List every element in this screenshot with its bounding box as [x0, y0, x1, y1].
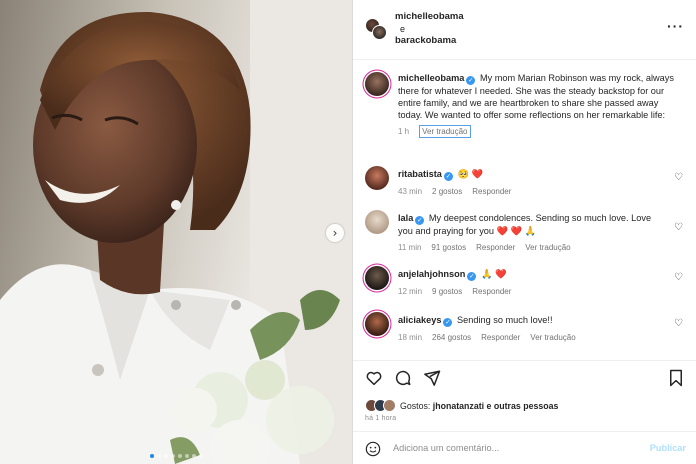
see-translation-link[interactable]: Ver tradução	[419, 125, 471, 138]
comment-time: 43 min	[398, 187, 423, 196]
comment-bubble-icon[interactable]	[394, 369, 412, 387]
post-timestamp[interactable]: há 1 hora	[365, 415, 396, 422]
reply-button[interactable]: Responder	[476, 243, 515, 252]
more-options-icon[interactable]: ···	[667, 19, 684, 33]
comment-body: anjelahjohnson ✓ 🙏 ❤️ 12 min 9 gostos Respo…	[398, 268, 658, 298]
author-username[interactable]: michelleobama	[395, 11, 464, 23]
comment-text: 🙏 ❤️	[480, 269, 507, 279]
post-photo: ›	[0, 0, 352, 464]
comment-time: 11 min	[398, 243, 422, 252]
comment-time: 12 min	[398, 287, 423, 296]
reply-button[interactable]: Responder	[472, 287, 511, 296]
verified-badge-icon: ✓	[443, 318, 453, 327]
comment-likes[interactable]: 91 gostos	[431, 243, 466, 252]
verified-badge-icon: ✓	[467, 272, 477, 281]
carousel-dot	[177, 454, 182, 458]
like-heart-icon[interactable]	[365, 369, 383, 387]
comment-username[interactable]: ritabatista	[398, 169, 442, 179]
comment-text: My deepest condolences. Sending so much …	[398, 213, 652, 236]
like-comment-heart-icon[interactable]: ♡	[674, 172, 683, 183]
comment-likes[interactable]: 2 gostos	[432, 187, 462, 196]
avatar[interactable]	[365, 166, 389, 190]
like-comment-heart-icon[interactable]: ♡	[674, 222, 683, 233]
comment-username[interactable]: anjelahjohnson	[398, 269, 465, 279]
avatar	[383, 399, 396, 412]
add-comment-bar: Publicar	[353, 431, 696, 464]
see-translation-link[interactable]: Ver tradução	[525, 243, 570, 252]
avatar[interactable]	[365, 312, 389, 336]
carousel-indicator	[0, 454, 352, 458]
carousel-dot	[191, 454, 196, 458]
next-slide-button[interactable]: ›	[326, 224, 344, 242]
comments-list: michelleobama ✓ My mom Marian Robinson wa…	[353, 60, 696, 358]
comment-meta: 43 min 2 gostos Responder	[398, 186, 658, 198]
comment-item: aliciakeys ✓ Sending so much love!! 18 mi…	[365, 312, 683, 352]
caption-meta: 1 h Ver tradução	[398, 125, 680, 138]
action-icons	[365, 369, 441, 387]
comment-text: Sending so much love!!	[457, 315, 553, 325]
avatar[interactable]	[365, 72, 389, 96]
likes-text: Gostos: jhonatanzati e outras pessoas	[400, 401, 558, 411]
avatar[interactable]	[365, 266, 389, 290]
like-comment-heart-icon[interactable]: ♡	[674, 272, 683, 283]
comment-body: ritabatista ✓ 🥺 ❤️ 43 min 2 gostos Responde…	[398, 168, 658, 198]
likes-summary: Gostos: jhonatanzati e outras pessoas	[365, 399, 558, 412]
like-comment-heart-icon[interactable]: ♡	[674, 318, 683, 329]
post-caption: michelleobama ✓ My mom Marian Robinson wa…	[365, 72, 683, 162]
carousel-dot	[163, 454, 168, 458]
likes-others-link[interactable]: e outras pessoas	[487, 401, 559, 411]
comment-item: anjelahjohnson ✓ 🙏 ❤️ 12 min 9 gostos Respo…	[365, 266, 683, 306]
share-send-icon[interactable]	[423, 369, 441, 387]
comment-body: aliciakeys ✓ Sending so much love!! 18 mi…	[398, 314, 658, 344]
comment-likes[interactable]: 264 gostos	[432, 333, 471, 342]
verified-badge-icon: ✓	[443, 172, 453, 181]
verified-badge-icon: ✓	[466, 76, 476, 85]
comment-meta: 18 min 264 gostos Responder Ver tradução	[398, 332, 658, 344]
comment-username[interactable]: aliciakeys	[398, 315, 441, 325]
carousel-dot	[170, 454, 175, 458]
carousel-dot	[156, 454, 161, 458]
avatar[interactable]	[372, 25, 387, 40]
portrait-illustration	[0, 0, 352, 464]
caption-username[interactable]: michelleobama	[398, 73, 464, 83]
carousel-dot	[184, 454, 189, 458]
see-translation-link[interactable]: Ver tradução	[530, 333, 575, 342]
comment-time: 18 min	[398, 333, 423, 342]
reply-button[interactable]: Responder	[481, 333, 520, 342]
carousel-dot	[149, 454, 154, 458]
author-joiner: e	[400, 24, 406, 34]
comment-body: lala ✓ My deepest condolences. Sending so…	[398, 212, 658, 254]
comment-likes[interactable]: 9 gostos	[432, 287, 462, 296]
comment-input[interactable]	[393, 440, 623, 456]
avatar[interactable]	[365, 210, 389, 234]
save-bookmark-icon[interactable]	[668, 369, 684, 387]
likes-prefix: Gostos:	[400, 400, 431, 411]
post-actions: Gostos: jhonatanzati e outras pessoas há…	[353, 360, 696, 430]
comment-meta: 12 min 9 gostos Responder	[398, 286, 658, 298]
post-header: michelleobama e barackobama ···	[353, 0, 696, 60]
collab-authors: michelleobama e barackobama	[395, 11, 464, 47]
caption-body: michelleobama ✓ My mom Marian Robinson wa…	[398, 72, 680, 138]
collab-avatars[interactable]	[365, 18, 387, 40]
comment-meta: 11 min 91 gostos Responder Ver tradução	[398, 242, 658, 254]
comment-item: ritabatista ✓ 🥺 ❤️ 43 min 2 gostos Responde…	[365, 166, 683, 206]
liker-username[interactable]: jhonatanzati	[433, 401, 484, 411]
emoji-smiley-icon[interactable]	[365, 441, 381, 457]
carousel-dot	[198, 454, 203, 458]
caption-time: 1 h	[398, 127, 410, 136]
post-side-panel: michelleobama e barackobama ··· michelle…	[352, 0, 696, 464]
reply-button[interactable]: Responder	[472, 187, 511, 196]
comment-item: lala ✓ My deepest condolences. Sending so…	[365, 210, 683, 262]
comment-username[interactable]: lala	[398, 213, 413, 223]
post-comment-button[interactable]: Publicar	[650, 443, 686, 453]
comment-text: 🥺 ❤️	[457, 169, 483, 179]
author-username[interactable]: barackobama	[395, 35, 464, 47]
verified-badge-icon: ✓	[415, 216, 425, 225]
